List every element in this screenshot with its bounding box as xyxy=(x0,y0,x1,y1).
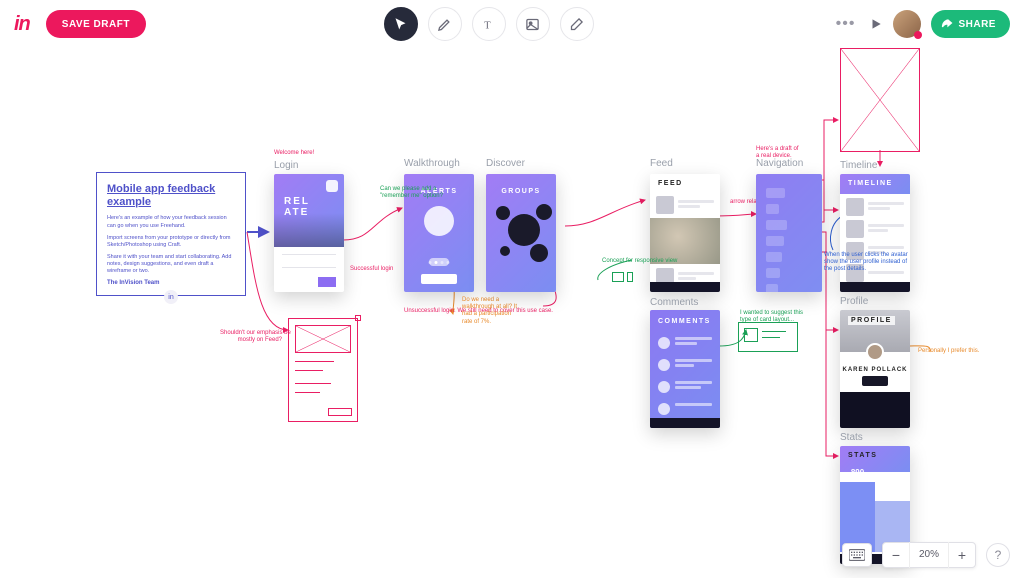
profile-title: PROFILE xyxy=(848,316,895,325)
play-icon[interactable] xyxy=(869,17,883,31)
label-stats: Stats xyxy=(840,432,863,443)
intro-signature: The InVision Team xyxy=(107,280,235,286)
bottom-controls: − 20% + ? xyxy=(842,542,1010,568)
label-timeline: Timeline xyxy=(840,160,877,171)
share-button[interactable]: SHARE xyxy=(931,10,1010,38)
topbar: in SAVE DRAFT T ••• SHARE xyxy=(0,0,1024,48)
disc-title: GROUPS xyxy=(486,188,556,195)
tool-text[interactable]: T xyxy=(472,7,506,41)
tool-pointer[interactable] xyxy=(384,7,418,41)
screen-feed[interactable]: FEED xyxy=(650,174,720,292)
anno-remember: Can we please add a "remember me" option… xyxy=(380,186,408,200)
intro-p1: Here's an example of how your feedback s… xyxy=(107,215,235,229)
stats-bars: 890 625 xyxy=(840,472,910,552)
anno-draft: Here's a draft of a real device. xyxy=(756,146,816,160)
screen-navigation[interactable] xyxy=(756,174,822,292)
stats-bar1-value: 890 xyxy=(840,468,875,477)
screen-discover[interactable]: GROUPS xyxy=(486,174,556,292)
screen-profile[interactable]: PROFILE KAREN POLLACK xyxy=(840,310,910,428)
tool-image[interactable] xyxy=(516,7,550,41)
screen-comments[interactable]: COMMENTS xyxy=(650,310,720,428)
keyboard-shortcuts-button[interactable] xyxy=(842,543,872,567)
group-bubble xyxy=(500,246,510,256)
zoom-out-button[interactable]: − xyxy=(883,547,909,563)
nav-list xyxy=(756,174,822,292)
help-button[interactable]: ? xyxy=(986,543,1010,567)
anno-welcome: Welcome here! xyxy=(274,150,314,157)
invision-logo[interactable]: in xyxy=(14,13,30,36)
intro-card[interactable]: Mobile app feedback example Here's an ex… xyxy=(96,172,246,296)
anno-walkinfo: Do we need a walkthrough at all? It had … xyxy=(462,297,526,326)
share-arrow-icon xyxy=(941,18,953,30)
walk-button xyxy=(421,274,457,284)
anno-suggest: I wanted to suggest this type of card la… xyxy=(740,310,803,324)
close-icon xyxy=(355,315,361,321)
stats-bar2-value: 625 xyxy=(875,487,910,496)
responsive-devices-icon xyxy=(612,272,633,282)
anno-shouldnt: Shouldn't our emphasis be mostly on Feed… xyxy=(220,330,282,344)
tool-palette: T xyxy=(384,7,594,41)
intro-p3: Share it with your team and start collab… xyxy=(107,254,235,275)
user-avatar[interactable] xyxy=(893,10,921,38)
wireframe-box[interactable] xyxy=(840,48,920,152)
share-label: SHARE xyxy=(958,19,996,30)
tool-pencil[interactable] xyxy=(428,7,462,41)
comment-card[interactable] xyxy=(738,322,798,352)
group-bubble xyxy=(508,214,540,246)
login-submit-button xyxy=(318,277,336,287)
group-bubble xyxy=(496,206,510,220)
wireframe-sketch[interactable] xyxy=(288,318,358,422)
anno-whenclick: When the user clicks the avatar show the… xyxy=(824,252,848,274)
intro-p2: Import screens from your prototype or di… xyxy=(107,235,235,249)
anno-personally: Personally I prefer this. xyxy=(918,348,979,355)
label-discover: Discover xyxy=(486,158,525,169)
profile-cta-button xyxy=(862,376,888,386)
label-walkthrough: Walkthrough xyxy=(404,158,460,169)
tool-eraser[interactable] xyxy=(560,7,594,41)
canvas[interactable]: Mobile app feedback example Here's an ex… xyxy=(0,0,1024,578)
intro-title: Mobile app feedback example xyxy=(107,183,235,209)
comments-title: COMMENTS xyxy=(658,318,711,325)
anno-responsive: Concept for responsive view xyxy=(602,258,642,265)
svg-text:T: T xyxy=(484,20,491,31)
save-draft-button[interactable]: SAVE DRAFT xyxy=(46,10,146,38)
label-login: Login xyxy=(274,160,298,171)
zoom-in-button[interactable]: + xyxy=(949,547,975,563)
zoom-value: 20% xyxy=(909,542,949,568)
group-bubble xyxy=(536,204,552,220)
more-menu-icon[interactable]: ••• xyxy=(832,11,860,37)
wf-button xyxy=(328,408,352,416)
zoom-control: − 20% + xyxy=(882,542,976,568)
label-comments: Comments xyxy=(650,297,698,308)
profile-name: KAREN POLLACK xyxy=(840,355,910,373)
app-logo-icon xyxy=(326,180,338,192)
label-profile: Profile xyxy=(840,296,868,307)
timeline-title: TIMELINE xyxy=(848,180,893,187)
anno-successful: Successful login xyxy=(350,266,393,273)
invision-badge-icon: in xyxy=(164,290,178,304)
screen-login[interactable]: REL ATE xyxy=(274,174,344,292)
group-bubble xyxy=(530,244,548,262)
label-feed: Feed xyxy=(650,158,673,169)
stats-title: STATS xyxy=(848,452,877,459)
screen-timeline[interactable]: TIMELINE xyxy=(840,174,910,292)
feed-title: FEED xyxy=(658,180,683,187)
bell-icon xyxy=(424,206,454,236)
